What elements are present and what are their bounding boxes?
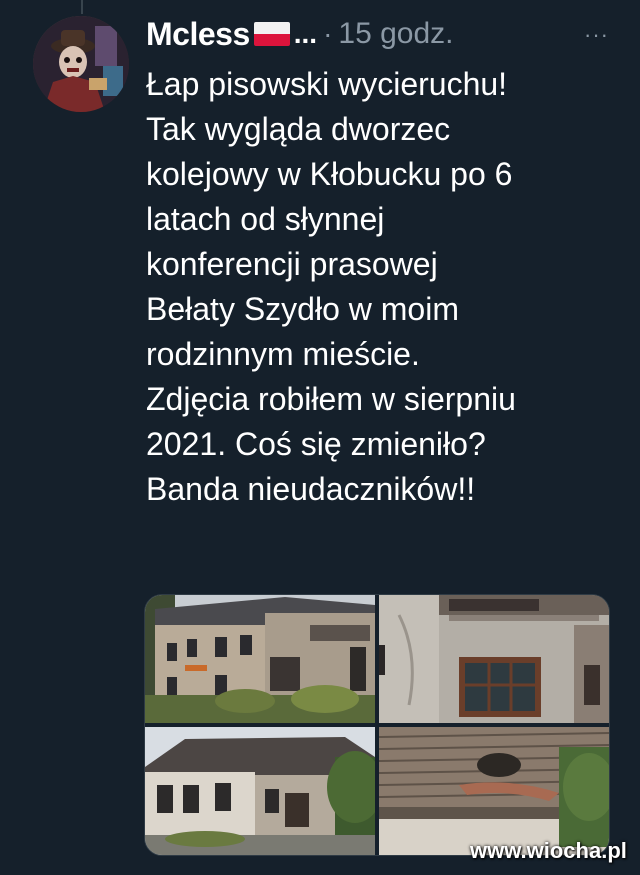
watermark: www.wiocha.pl — [470, 838, 627, 863]
header-separator: · — [323, 18, 333, 49]
tweet-text-line: rodzinnym mieście. — [146, 336, 420, 372]
photo-boarded-window[interactable] — [379, 595, 609, 723]
tweet-text-line: 2021. Coś się zmieniło? — [146, 426, 486, 462]
tweet-text-line: Tak wygląda dworzec — [146, 111, 451, 147]
more-options-icon[interactable]: ··· — [584, 22, 609, 48]
poland-flag-icon — [253, 22, 290, 46]
author-name[interactable]: Mcless — [146, 16, 250, 53]
tweet-text-line: Zdjęcia robiłem w sierpniu — [146, 381, 516, 417]
tweet-text-line: kolejowy w Kłobucku po 6 — [146, 156, 513, 192]
author-name-truncation: ... — [293, 18, 318, 49]
photo-damaged-roof[interactable] — [379, 727, 609, 855]
media-grid — [144, 594, 610, 856]
avatar[interactable] — [33, 16, 129, 112]
thread-connector-line — [81, 0, 83, 14]
tweet-text-line: konferencji prasowej — [146, 246, 438, 282]
tweet-header: Mcless ... · 15 godz. — [146, 14, 454, 54]
tweet-text-line: Bełaty Szydło w moim — [146, 291, 459, 327]
tweet-timestamp[interactable]: 15 godz. — [338, 17, 453, 51]
tweet-text-line: Banda nieudaczników!! — [146, 471, 476, 507]
tweet-text-line: latach od słynnej — [146, 201, 385, 237]
photo-station-facade[interactable] — [145, 595, 375, 723]
photo-station-side[interactable] — [145, 727, 375, 855]
avatar-image — [33, 16, 129, 112]
tweet-text-line: Łap pisowski wycieruchu! — [146, 66, 508, 102]
tweet-text: Łap pisowski wycieruchu! Tak wygląda dwo… — [146, 62, 626, 512]
